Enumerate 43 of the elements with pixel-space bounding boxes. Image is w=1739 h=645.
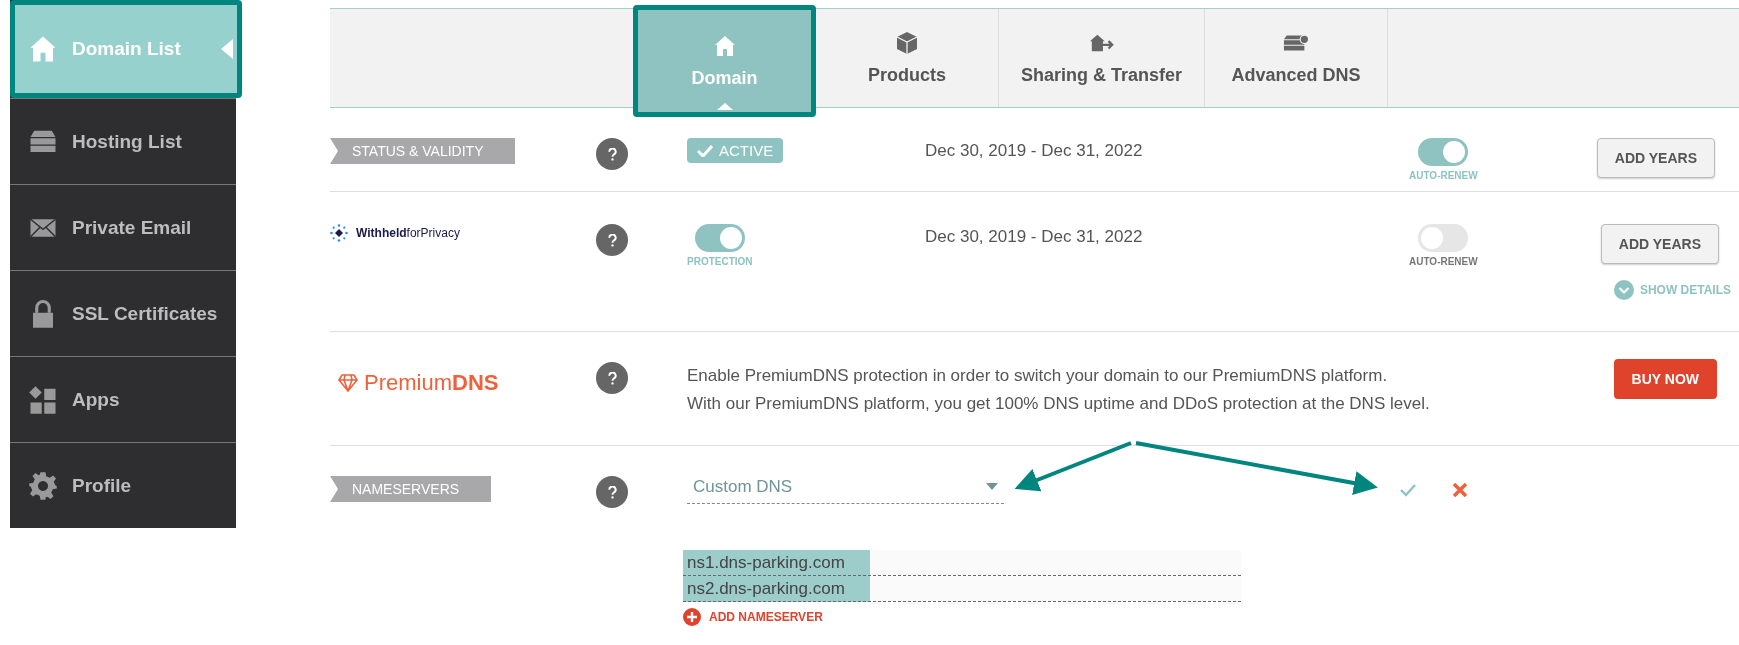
toggle-label: AUTO-RENEW xyxy=(1409,256,1478,267)
sidebar-item[interactable]: SSL Certificates xyxy=(10,270,236,356)
buy-now-button[interactable]: BUY NOW xyxy=(1613,359,1717,399)
date-range: Dec 30, 2019 - Dec 31, 2022 xyxy=(925,226,1144,247)
section-label: NAMESERVERS xyxy=(330,476,492,502)
help-icon[interactable] xyxy=(596,224,628,256)
toggle-switch[interactable] xyxy=(1418,224,1469,252)
add-years-button[interactable]: ADD YEARS xyxy=(1596,138,1715,178)
sidebar-item[interactable]: Profile xyxy=(10,442,236,528)
tab[interactable]: Advanced DNS xyxy=(1205,9,1389,107)
tab[interactable]: Products xyxy=(816,9,999,107)
pointer-icon xyxy=(221,39,233,59)
toggle-switch[interactable] xyxy=(694,224,745,252)
status-badge: ACTIVE xyxy=(687,138,784,163)
section-label: STATUS & VALIDITY xyxy=(330,138,516,164)
toggle-label: AUTO-RENEW xyxy=(1409,170,1478,181)
check-icon xyxy=(697,144,713,157)
chevron-icon xyxy=(1613,280,1634,300)
nameserver-field[interactable]: ns1.dns-parking.com xyxy=(683,550,1241,576)
pointer-icon xyxy=(716,103,733,110)
gear-icon xyxy=(28,470,58,501)
sidebar-item[interactable]: Hosting List xyxy=(10,98,236,184)
box-icon xyxy=(894,30,920,55)
help-icon[interactable] xyxy=(596,476,628,508)
plus-icon xyxy=(683,608,701,626)
add-nameserver-link[interactable]: ADD NAMESERVER xyxy=(683,608,1241,626)
sidebar-item[interactable]: Apps xyxy=(10,356,236,442)
dns-dropdown[interactable]: Custom DNS xyxy=(687,476,1004,504)
toggle-switch[interactable] xyxy=(1418,138,1469,166)
apps-icon xyxy=(28,384,58,415)
add-years-button[interactable]: ADD YEARS xyxy=(1600,224,1719,264)
check-icon[interactable] xyxy=(1399,483,1417,497)
promo-text: Enable PremiumDNS protection in order to switch your domain to our PremiumDNS platform. With our PremiumDNS platform, you get 100% DNS uptime and DDoS protection at the DNS level. xyxy=(687,365,1431,415)
help-icon[interactable] xyxy=(596,362,628,394)
close-icon[interactable] xyxy=(1452,482,1468,498)
tab[interactable]: Sharing & Transfer xyxy=(999,9,1206,107)
caret-icon xyxy=(986,483,998,491)
toggle-label: PROTECTION xyxy=(687,256,753,267)
house-icon xyxy=(28,34,58,64)
nameserver-field[interactable]: ns2.dns-parking.com xyxy=(683,576,1241,602)
help-icon[interactable] xyxy=(596,138,628,170)
sidebar-item[interactable]: Private Email xyxy=(10,184,236,270)
date-range: Dec 30, 2019 - Dec 31, 2022 xyxy=(925,140,1144,161)
